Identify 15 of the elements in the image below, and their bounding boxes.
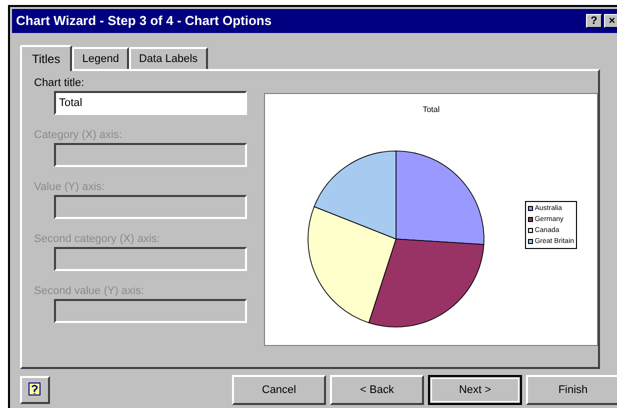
title-bar-button[interactable]: × (604, 14, 617, 28)
title-bar-button[interactable]: ? (586, 14, 602, 28)
chart-title: Total (422, 104, 440, 116)
dialog-button[interactable]: Cancel (232, 375, 326, 405)
help-icon (27, 382, 43, 398)
dialog-button[interactable]: < Back (330, 375, 424, 405)
dialog-button[interactable]: Finish (526, 375, 617, 405)
dialog-button[interactable]: Next > (428, 375, 522, 405)
field-label: Chart title: (34, 76, 86, 91)
tab[interactable]: Legend (72, 47, 129, 69)
help-button[interactable] (20, 376, 50, 404)
tab[interactable]: Titles (20, 45, 72, 71)
text-field[interactable]: Total (54, 91, 247, 115)
tab[interactable]: Data Labels (128, 47, 208, 69)
window-title: Chart Wizard - Step 3 of 4 - Chart Options (16, 12, 272, 30)
